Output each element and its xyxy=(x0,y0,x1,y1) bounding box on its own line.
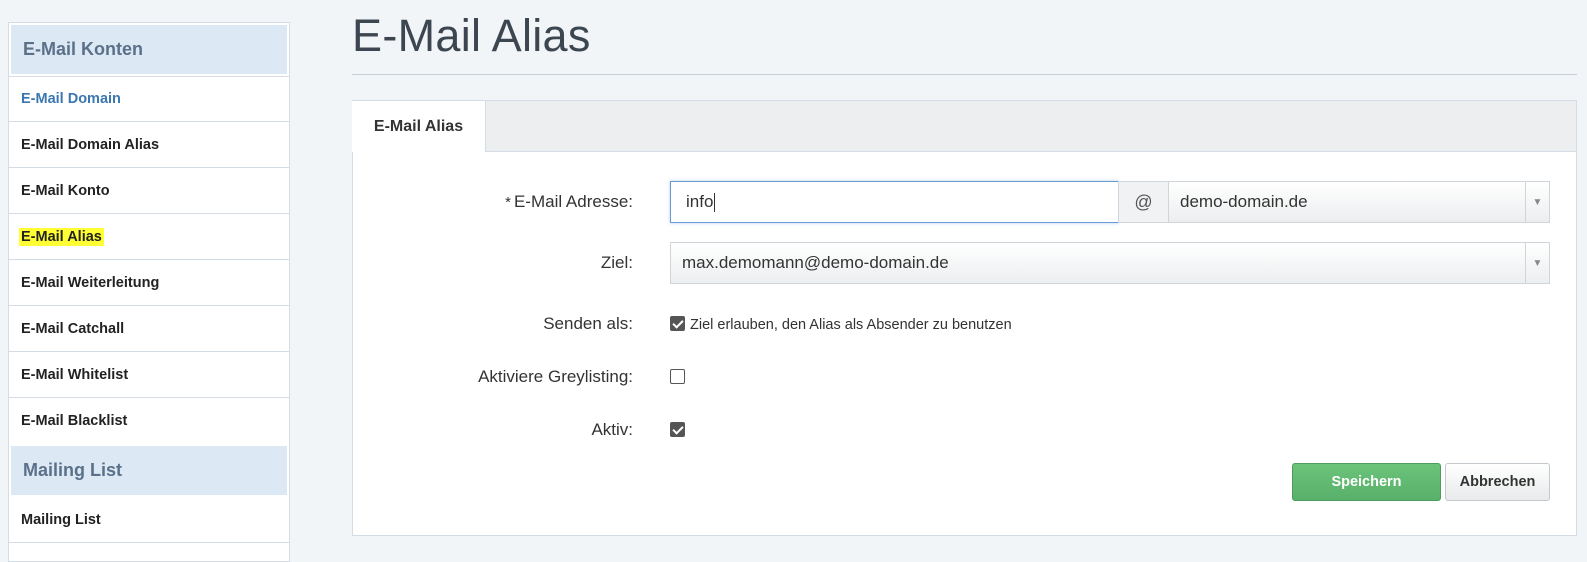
aktiv-checkbox[interactable] xyxy=(670,422,685,437)
sidebar-item-label: E-Mail Domain xyxy=(21,91,121,107)
tab-email-alias[interactable]: E-Mail Alias xyxy=(352,101,486,152)
sidebar-item-mailing-list[interactable]: Mailing List xyxy=(9,497,289,543)
sidebar-section-mailing-list: Mailing List xyxy=(11,446,287,495)
aktiv-label: Aktiv: xyxy=(591,420,633,439)
sidebar-item-email-blacklist[interactable]: E-Mail Blacklist xyxy=(9,398,289,444)
page-title: E-Mail Alias xyxy=(352,10,591,61)
email-local-part-input[interactable]: info xyxy=(670,181,1119,223)
sidebar-item-label: E-Mail Konto xyxy=(21,182,110,199)
sidebar-item-label: E-Mail Alias xyxy=(19,227,104,246)
sidebar-item-label: E-Mail Weiterleitung xyxy=(21,274,160,291)
sidebar-item-email-konto[interactable]: E-Mail Konto xyxy=(9,168,289,214)
sidebar-item-email-weiterleitung[interactable]: E-Mail Weiterleitung xyxy=(9,260,289,306)
sidebar-item-label: Mailing List xyxy=(21,511,101,528)
title-divider xyxy=(352,74,1577,75)
sidebar-section-email-konten: E-Mail Konten xyxy=(11,25,287,74)
sidebar-item-label: E-Mail Domain Alias xyxy=(21,136,160,153)
sidebar: E-Mail Konten E-Mail Domain E-Mail Domai… xyxy=(8,22,290,562)
sidebar-item-email-catchall[interactable]: E-Mail Catchall xyxy=(9,306,289,352)
required-marker: * xyxy=(505,194,511,211)
email-address-label: * E-Mail Adresse: xyxy=(505,192,633,211)
email-domain-select[interactable]: demo-domain.de ▼ xyxy=(1168,181,1550,223)
greylisting-checkbox[interactable] xyxy=(670,369,685,384)
text-cursor xyxy=(714,192,716,212)
sidebar-item-email-whitelist[interactable]: E-Mail Whitelist xyxy=(9,352,289,398)
senden-als-checkbox[interactable] xyxy=(670,316,685,331)
sidebar-item-email-domain[interactable]: E-Mail Domain xyxy=(9,76,289,122)
ziel-select[interactable]: max.demomann@demo-domain.de ▼ xyxy=(670,242,1550,284)
senden-als-checkbox-label[interactable]: Ziel erlauben, den Alias als Absender zu… xyxy=(690,317,1012,333)
greylisting-label: Aktiviere Greylisting: xyxy=(478,367,633,386)
sidebar-item-label: E-Mail Whitelist xyxy=(21,366,129,383)
caret-down-icon[interactable]: ▼ xyxy=(1525,243,1549,283)
senden-als-label: Senden als: xyxy=(543,314,633,333)
ziel-label: Ziel: xyxy=(600,253,633,272)
sidebar-item-email-alias[interactable]: E-Mail Alias xyxy=(9,214,289,260)
sidebar-item-label: E-Mail Blacklist xyxy=(21,413,128,429)
sidebar-item-email-domain-alias[interactable]: E-Mail Domain Alias xyxy=(9,122,289,168)
caret-down-icon[interactable]: ▼ xyxy=(1525,182,1549,222)
tab-bar: E-Mail Alias xyxy=(352,101,1576,152)
at-sign-addon: @ xyxy=(1118,181,1169,223)
sidebar-item-label: E-Mail Catchall xyxy=(21,320,125,337)
cancel-button[interactable]: Abbrechen xyxy=(1445,463,1550,501)
save-button[interactable]: Speichern xyxy=(1292,463,1441,501)
